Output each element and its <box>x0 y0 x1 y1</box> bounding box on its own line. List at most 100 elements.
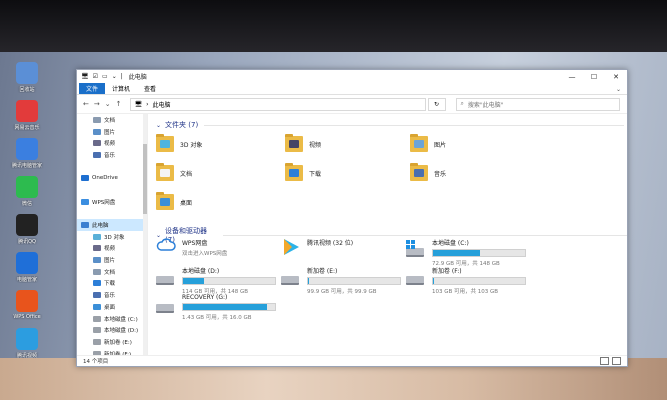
drive-item[interactable]: 本地磁盘 (D:) 114 GB 可用，共 148 GB <box>156 266 276 295</box>
nav-item[interactable] <box>77 161 147 173</box>
desktop-icon[interactable]: 网易云音乐 <box>9 100 45 131</box>
details-view-icon[interactable] <box>600 357 609 365</box>
address-path[interactable]: 🖥 › 此电脑 <box>129 97 426 111</box>
drive-item[interactable]: 新加卷 (E:) 99.9 GB 可用，共 99.9 GB <box>281 266 401 295</box>
nav-item[interactable]: 本地磁盘 (D:) <box>77 324 147 336</box>
navigation-pane: 文档 图片 视频 音乐 OneDrive WPS网盘 此电脑 3D 对象 视频 图片 文档 下载 音乐桌… <box>77 114 148 356</box>
refresh-button[interactable]: ↻ <box>427 97 446 111</box>
desktop-icon[interactable]: 腾讯电脑管家 <box>9 138 45 169</box>
drive-item[interactable]: 新加卷 (F:) 103 GB 可用，共 103 GB <box>406 266 526 295</box>
folder-item[interactable]: 文档 <box>156 163 192 181</box>
nav-item-label: 视频 <box>104 141 116 148</box>
recent-locations-button[interactable]: ⌄ <box>105 100 111 108</box>
folder-item[interactable]: 图片 <box>410 134 446 152</box>
nav-item[interactable]: 新加卷 (E:) <box>77 336 147 348</box>
computer-icon[interactable]: 🖥 <box>81 73 89 80</box>
nav-item[interactable]: 此电脑 <box>77 219 147 231</box>
nav-item-icon <box>93 268 101 275</box>
drive-free-space: 99.9 GB 可用，共 99.9 GB <box>307 289 377 295</box>
nav-item[interactable]: 图片 <box>77 254 147 266</box>
desktop-icon[interactable]: 微信 <box>9 176 45 207</box>
hard-drive-icon <box>281 272 301 286</box>
folder-overlay-icon <box>289 169 299 177</box>
nav-item[interactable]: 音乐 <box>77 149 147 161</box>
drive-label: WPS网盘 <box>182 240 208 247</box>
drive-item[interactable]: 腾讯视频 (32 位) <box>281 238 353 255</box>
drive-item[interactable]: WPS网盘 双击进入WPS网盘 <box>156 238 227 257</box>
drive-label: 本地磁盘 (C:) <box>432 240 469 247</box>
folder-label: 音乐 <box>434 170 447 178</box>
nav-item[interactable] <box>77 208 147 220</box>
nav-item[interactable]: 图片 <box>77 126 147 138</box>
nav-scrollbar[interactable] <box>143 114 147 356</box>
tab-computer[interactable]: 计算机 <box>105 83 137 94</box>
folder-overlay-icon <box>414 140 424 148</box>
nav-item-label: 图片 <box>104 129 116 136</box>
folder-item[interactable]: 3D 对象 <box>156 134 202 152</box>
app-icon <box>16 328 38 350</box>
folder-item[interactable]: 桌面 <box>156 192 193 210</box>
nav-item[interactable]: 视频 <box>77 243 147 255</box>
folder-icon <box>156 192 174 210</box>
nav-item[interactable]: 音乐 <box>77 289 147 301</box>
nav-item[interactable]: WPS网盘 <box>77 196 147 208</box>
drive-item[interactable]: 本地磁盘 (C:) 72.9 GB 可用，共 148 GB <box>406 238 526 267</box>
large-icons-view-icon[interactable] <box>612 357 621 365</box>
app-icon <box>16 138 38 160</box>
folder-item[interactable]: 音乐 <box>410 163 447 181</box>
search-input[interactable]: ⌕ 搜索"此电脑" <box>455 97 620 111</box>
item-count: 14 个项目 <box>83 359 109 365</box>
folder-overlay-icon <box>160 169 170 177</box>
nav-item[interactable]: 桌面 <box>77 301 147 313</box>
folder-item[interactable]: 视频 <box>285 134 321 152</box>
maximize-button[interactable]: ☐ <box>583 73 605 81</box>
desktop-icon[interactable]: WPS Office <box>9 290 45 320</box>
nav-item[interactable] <box>77 184 147 196</box>
forward-button[interactable]: → <box>94 100 100 108</box>
nav-item[interactable]: 文档 <box>77 266 147 278</box>
nav-item[interactable]: 下载 <box>77 278 147 290</box>
app-icon <box>16 214 38 236</box>
path-segment[interactable]: 此电脑 <box>153 100 171 109</box>
section-title: 文件夹 (7) <box>165 121 199 129</box>
nav-item-label: 文档 <box>104 117 116 124</box>
drive-label: RECOVERY (G:) <box>182 294 228 301</box>
nav-item-label: 本地磁盘 (C:) <box>104 316 138 323</box>
folder-label: 桌面 <box>180 199 193 207</box>
desktop-icon[interactable]: 电脑管家 <box>9 252 45 283</box>
nav-item-label: 桌面 <box>104 304 116 311</box>
desktop-icon[interactable]: 腾讯视频 <box>9 328 45 359</box>
desktop-icon[interactable]: 回收站 <box>9 62 45 93</box>
drive-usage-fill <box>433 278 434 284</box>
folders-section-header[interactable]: ⌄ 文件夹 (7) <box>156 120 624 130</box>
up-button[interactable]: ↑ <box>116 100 122 108</box>
drive-item[interactable]: RECOVERY (G:) 1.43 GB 可用，共 16.0 GB <box>156 294 276 321</box>
tab-file[interactable]: 文件 <box>79 83 106 94</box>
back-button[interactable]: ← <box>83 100 89 108</box>
folder-icon <box>156 134 174 152</box>
nav-item-label: WPS网盘 <box>92 199 116 206</box>
drive-usage-fill <box>433 250 480 256</box>
nav-item[interactable]: 本地磁盘 (C:) <box>77 313 147 325</box>
close-button[interactable]: ✕ <box>605 73 627 81</box>
checkbox-icon[interactable]: ☑ <box>93 73 98 80</box>
desktop-icon-label: 电脑管家 <box>16 277 37 283</box>
nav-item[interactable]: 文档 <box>77 114 147 126</box>
folder-icon[interactable]: ▭ <box>102 73 108 80</box>
drive-usage-fill <box>183 304 267 310</box>
scrollbar-thumb[interactable] <box>143 144 147 214</box>
nav-item[interactable]: OneDrive <box>77 172 147 184</box>
nav-item-label: 音乐 <box>104 152 116 159</box>
folder-icon <box>285 163 303 181</box>
desktop-icon-label: 腾讯QQ <box>18 239 36 245</box>
folder-item[interactable]: 下载 <box>285 163 321 181</box>
nav-item[interactable]: 视频 <box>77 137 147 149</box>
expand-ribbon-button[interactable]: ⌄ <box>609 85 627 94</box>
hard-drive-icon <box>406 272 426 286</box>
nav-item[interactable]: 3D 对象 <box>77 231 147 243</box>
minimize-button[interactable]: — <box>561 73 583 81</box>
desktop-icon-label: 网易云音乐 <box>14 125 40 131</box>
tab-view[interactable]: 查看 <box>137 83 163 94</box>
dropdown-icon[interactable]: ⌄ <box>112 73 117 80</box>
desktop-icon[interactable]: 腾讯QQ <box>9 214 45 245</box>
